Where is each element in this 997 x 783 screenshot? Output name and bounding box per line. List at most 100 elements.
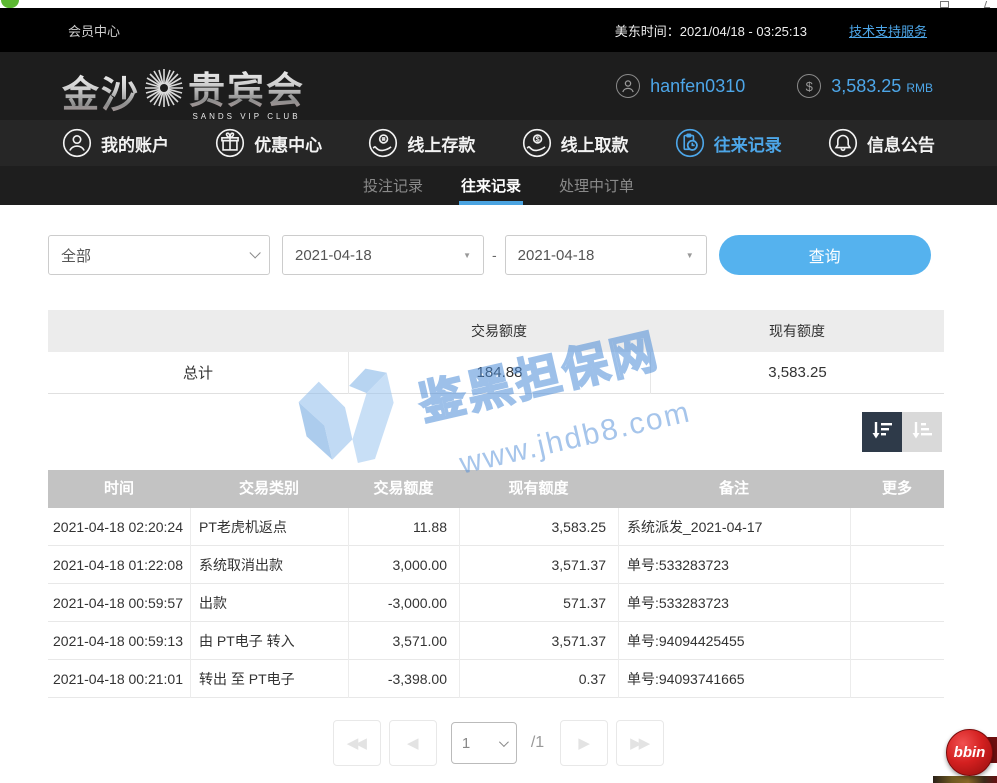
col-header-balance: 现有额度 — [459, 470, 618, 508]
type-select[interactable]: 全部 — [48, 235, 270, 275]
cell-amount: 11.88 — [348, 508, 459, 546]
table-row: 2021-04-18 01:22:08 系统取消出款 3,000.00 3,57… — [48, 546, 944, 584]
cell-balance: 3,571.37 — [459, 546, 618, 584]
sort-controls — [862, 412, 942, 452]
chevron-down-icon — [499, 737, 509, 747]
cell-note: 单号:533283723 — [618, 546, 850, 584]
type-select-value: 全部 — [61, 245, 91, 266]
nav-deposit[interactable]: 线上存款 — [368, 128, 475, 158]
withdraw-icon: $ — [522, 128, 552, 158]
col-header-note: 备注 — [618, 470, 850, 508]
last-page-button[interactable]: ▶▶ — [616, 720, 664, 766]
cell-type: 出款 — [190, 584, 348, 622]
date-to-input[interactable]: 2021-04-18 ▼ — [505, 235, 707, 275]
username: hanfen0310 — [650, 76, 745, 97]
user-balance[interactable]: $ 3,583.25 RMB — [797, 74, 933, 98]
cell-time: 2021-04-18 01:22:08 — [48, 546, 190, 584]
sunburst-icon — [142, 66, 186, 115]
records-icon — [675, 128, 705, 158]
browser-chrome-strip — [0, 0, 997, 8]
summary-header-transaction: 交易额度 — [348, 321, 650, 341]
date-to-value: 2021-04-18 — [518, 247, 595, 264]
nav-label: 优惠中心 — [254, 131, 322, 156]
sub-nav: 投注记录 往来记录 处理中订单 — [0, 166, 997, 205]
sort-desc-icon — [870, 418, 894, 447]
user-icon — [62, 128, 92, 158]
sort-descending-button[interactable] — [862, 412, 902, 452]
cell-time: 2021-04-18 00:59:13 — [48, 622, 190, 660]
next-page-button[interactable]: ▶ — [560, 720, 608, 766]
tab-pending-orders[interactable]: 处理中订单 — [557, 166, 636, 205]
tech-support-link[interactable]: 技术支持服务 — [849, 21, 927, 40]
cell-note: 单号:94094425455 — [618, 622, 850, 660]
chevron-down-icon — [249, 247, 260, 258]
col-header-amount: 交易额度 — [348, 470, 459, 508]
watermark-url: www.jhdb8.com — [457, 388, 728, 482]
cell-type: 转出 至 PT电子 — [190, 660, 348, 698]
cell-balance: 3,583.25 — [459, 508, 618, 546]
table-row: 2021-04-18 00:59:57 出款 -3,000.00 571.37 … — [48, 584, 944, 622]
first-page-button[interactable]: ◀◀ — [333, 720, 381, 766]
col-header-time: 时间 — [48, 470, 190, 508]
nav-label: 线上存款 — [407, 131, 475, 156]
bbin-logo-button[interactable]: bbin — [946, 729, 993, 776]
user-avatar-icon — [616, 74, 640, 98]
nav-label: 信息公告 — [867, 131, 935, 156]
date-from-value: 2021-04-18 — [295, 247, 372, 264]
tab-transaction-records[interactable]: 往来记录 — [459, 166, 523, 205]
cell-time: 2021-04-18 02:20:24 — [48, 508, 190, 546]
sort-ascending-button[interactable] — [902, 412, 942, 452]
page-select-value: 1 — [462, 735, 470, 752]
summary-balance-total: 3,583.25 — [650, 352, 944, 394]
cell-more — [850, 584, 944, 622]
cell-type: 系统取消出款 — [190, 546, 348, 584]
date-from-input[interactable]: 2021-04-18 ▼ — [282, 235, 484, 275]
summary-total-label: 总计 — [48, 362, 348, 383]
cell-time: 2021-04-18 00:59:57 — [48, 584, 190, 622]
date-range-separator: - — [492, 247, 497, 263]
cell-amount: -3,398.00 — [348, 660, 459, 698]
caret-down-icon: ▼ — [686, 251, 694, 260]
logo-text-left: 金沙 — [62, 64, 140, 118]
user-account[interactable]: hanfen0310 — [616, 74, 745, 98]
page-select[interactable]: 1 — [451, 722, 517, 764]
cell-more — [850, 622, 944, 660]
table-row: 2021-04-18 00:59:13 由 PT电子 转入 3,571.00 3… — [48, 622, 944, 660]
tab-bet-records[interactable]: 投注记录 — [361, 166, 425, 205]
cell-balance: 3,571.37 — [459, 622, 618, 660]
currency-label: RMB — [906, 81, 933, 95]
table-row: 2021-04-18 02:20:24 PT老虎机返点 11.88 3,583.… — [48, 508, 944, 546]
bbin-logo-text: bbin — [954, 744, 986, 761]
pagination: ◀◀ ◀ 1 /1 ▶ ▶▶ — [0, 720, 997, 766]
deposit-icon — [368, 128, 398, 158]
query-button[interactable]: 查询 — [719, 235, 931, 275]
us-time-label: 美东时间：2021/04/18 - 03:25:13 — [615, 21, 807, 40]
nav-transactions[interactable]: 往来记录 — [675, 128, 782, 158]
nav-my-account[interactable]: 我的账户 — [62, 128, 169, 158]
clipped-widget-strip — [933, 776, 997, 783]
site-logo[interactable]: 金沙 贵宾会 — [62, 60, 305, 121]
prev-page-button[interactable]: ◀ — [389, 720, 437, 766]
summary-table: 交易额度 现有额度 总计 184.88 3,583.25 — [48, 310, 944, 394]
summary-header-row: 交易额度 现有额度 — [48, 310, 944, 352]
cell-time: 2021-04-18 00:21:01 — [48, 660, 190, 698]
nav-promotions[interactable]: 优惠中心 — [215, 128, 322, 158]
logo-text-right: 贵宾会 — [188, 60, 305, 114]
browser-menu-icon — [984, 1, 992, 8]
summary-transaction-total: 184.88 — [348, 352, 650, 394]
cell-balance: 571.37 — [459, 584, 618, 622]
utility-bar: 会员中心 美东时间：2021/04/18 - 03:25:13 技术支持服务 — [0, 8, 997, 52]
cell-more — [850, 660, 944, 698]
nav-label: 往来记录 — [714, 131, 782, 156]
nav-announcements[interactable]: 信息公告 — [828, 128, 935, 158]
cell-amount: 3,000.00 — [348, 546, 459, 584]
cell-amount: -3,000.00 — [348, 584, 459, 622]
summary-total-row: 总计 184.88 3,583.25 — [48, 352, 944, 394]
cell-balance: 0.37 — [459, 660, 618, 698]
member-center-label: 会员中心 — [68, 21, 120, 40]
nav-withdraw[interactable]: $ 线上取款 — [522, 128, 629, 158]
nav-label: 线上取款 — [561, 131, 629, 156]
cell-note: 系统派发_2021-04-17 — [618, 508, 850, 546]
sort-asc-icon — [910, 418, 934, 447]
cell-type: PT老虎机返点 — [190, 508, 348, 546]
